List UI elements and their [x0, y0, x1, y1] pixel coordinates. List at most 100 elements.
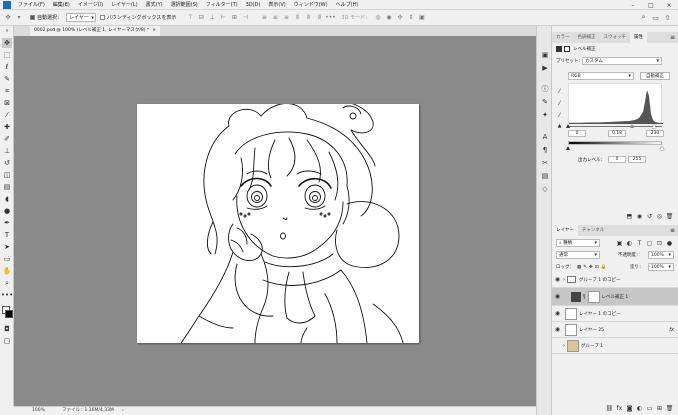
auto-select-option[interactable]: 自動選択： — [30, 14, 62, 21]
layers-panel-menu-icon[interactable]: ≡ — [670, 225, 675, 236]
lock-position-icon[interactable]: ✥ — [589, 265, 593, 270]
3d-roll-icon[interactable]: ◉ — [385, 14, 393, 22]
workspace-icon[interactable]: ▭ — [651, 13, 660, 22]
output-black-field[interactable]: 0 — [608, 156, 626, 163]
rectangle-tool-icon[interactable]: ▭ — [2, 254, 12, 264]
document-canvas[interactable] — [137, 104, 419, 343]
clone-stamp-tool-icon[interactable]: ⊥ — [2, 146, 12, 156]
bounding-box-checkbox[interactable] — [99, 15, 105, 20]
lock-all-icon[interactable]: 🔒 — [601, 265, 607, 270]
close-window-icon[interactable]: × — [660, 0, 678, 10]
tab-swatches[interactable]: スウォッチ — [600, 32, 631, 43]
history-brush-tool-icon[interactable]: ↺ — [2, 158, 12, 168]
lock-artboard-icon[interactable]: ⊡ — [595, 265, 599, 270]
lock-image-icon[interactable]: ✎ — [583, 265, 587, 270]
output-black-slider[interactable] — [566, 146, 570, 150]
visibility-eye-icon[interactable]: ◉ — [552, 276, 563, 283]
link-icon[interactable]: § — [583, 294, 586, 300]
dodge-tool-icon[interactable]: ● — [2, 206, 12, 216]
output-white-slider[interactable] — [660, 146, 664, 150]
menu-file[interactable]: ファイル(F) — [14, 0, 49, 10]
filter-pixel-icon[interactable]: ▣ — [615, 239, 624, 247]
actions-panel-icon[interactable]: ▶ — [540, 63, 550, 73]
minimize-icon[interactable]: – — [624, 0, 642, 10]
blend-mode-dropdown[interactable]: 通常 — [556, 251, 600, 259]
panel-menu-icon[interactable]: ≡ — [670, 32, 675, 43]
zoom-tool-icon[interactable]: ⌕ — [2, 278, 12, 288]
character-panel-icon[interactable]: A — [540, 132, 550, 142]
lock-transparent-icon[interactable]: ▦ — [577, 265, 581, 270]
menu-edit[interactable]: 編集(E) — [49, 0, 74, 10]
input-white-slider[interactable] — [652, 124, 656, 128]
brush-tool-icon[interactable]: ✐ — [2, 134, 12, 144]
type-tool-icon[interactable]: T — [2, 230, 12, 240]
tab-layers[interactable]: レイヤー — [552, 225, 578, 236]
delete-layer-icon[interactable]: 🗑 — [665, 404, 674, 412]
brushes-panel-icon[interactable]: ✦ — [540, 110, 550, 120]
add-mask-icon[interactable]: ◙ — [625, 404, 634, 412]
screen-mode-icon[interactable]: ▢ — [2, 336, 12, 346]
tab-color[interactable]: カラー — [552, 32, 574, 43]
fill-field[interactable]: 100% — [648, 263, 674, 271]
layer-fx-badge[interactable]: fx — [669, 327, 674, 333]
hand-tool-icon[interactable]: ✋ — [2, 266, 12, 276]
gradient-tool-icon[interactable]: ▤ — [2, 182, 12, 192]
layer-row[interactable]: ◉ レイヤー 1 のコピー — [552, 306, 678, 322]
layer-row[interactable]: › グループ 1 — [552, 338, 678, 354]
link-layers-icon[interactable]: ⛓ — [605, 404, 614, 412]
eyedropper-tool-icon[interactable]: ⁄ — [2, 110, 12, 120]
quick-select-tool-icon[interactable]: ✎ — [2, 74, 12, 84]
filter-type-icon[interactable]: T — [635, 239, 644, 247]
foreground-color-swatch[interactable] — [5, 310, 13, 318]
input-gamma-field[interactable]: 0.18 — [608, 130, 626, 137]
gray-eyedropper-icon[interactable]: ⁄ — [556, 100, 563, 107]
3d-orbit-icon[interactable]: ◎ — [374, 14, 382, 22]
add-style-icon[interactable]: fx — [615, 404, 624, 412]
menu-layer[interactable]: レイヤー(L) — [107, 0, 142, 10]
search-icon[interactable]: ⌕ — [639, 13, 648, 22]
distribute-center-icon[interactable]: ⦀ — [304, 14, 312, 22]
eraser-tool-icon[interactable]: ◫ — [2, 170, 12, 180]
3d-scale-icon[interactable]: ▣ — [418, 14, 426, 22]
distribute-top-icon[interactable]: ≡ — [260, 14, 268, 22]
black-eyedropper-icon[interactable]: ⁄ — [556, 88, 563, 95]
blur-tool-icon[interactable]: ◖ — [2, 194, 12, 204]
marquee-tool-icon[interactable]: ⬚ — [2, 50, 12, 60]
visibility-eye-icon[interactable]: ◉ — [552, 310, 563, 317]
align-right-icon[interactable]: ⊣ — [241, 14, 249, 22]
visibility-eye-icon[interactable]: ◉ — [552, 326, 563, 333]
layer-comps-icon[interactable]: ▤ — [540, 171, 550, 181]
history-panel-icon[interactable]: ▣ — [540, 50, 550, 60]
pen-tool-icon[interactable]: ✒ — [2, 218, 12, 228]
tab-channels[interactable]: チャンネル — [578, 225, 608, 236]
glyphs-panel-icon[interactable]: ✂ — [540, 158, 550, 168]
input-black-slider[interactable] — [566, 124, 570, 128]
maximize-icon[interactable]: □ — [642, 0, 660, 10]
zoom-level[interactable]: 100% — [32, 407, 45, 415]
layer-row[interactable]: ◉ › グループ 1 のコピー — [552, 272, 678, 288]
input-black-field[interactable]: 0 — [568, 130, 586, 137]
input-gamma-slider[interactable] — [630, 124, 634, 128]
expand-chevron-icon[interactable]: › — [563, 277, 565, 283]
tab-adjustments[interactable]: 色調補正 — [574, 32, 600, 43]
close-document-icon[interactable]: × — [152, 28, 156, 33]
menu-select[interactable]: 選択範囲(S) — [167, 0, 202, 10]
align-bottom-icon[interactable]: ⊥ — [208, 14, 216, 22]
output-white-field[interactable]: 255 — [628, 156, 646, 163]
align-left-icon[interactable]: ⊢ — [219, 14, 227, 22]
align-top-icon[interactable]: ⊤ — [186, 14, 194, 22]
info-panel-icon[interactable]: ⓘ — [540, 84, 550, 94]
layer-filter-dropdown[interactable]: ⌕ 種類 — [556, 239, 600, 247]
layer-mask-thumbnail[interactable] — [587, 290, 600, 303]
photoshop-logo-icon[interactable] — [0, 0, 14, 10]
3d-pan-icon[interactable]: ✣ — [396, 14, 404, 22]
clip-to-layer-icon[interactable]: ⬒ — [625, 212, 634, 220]
share-icon[interactable]: ⇧ — [663, 13, 672, 22]
3d-slide-icon[interactable]: ⇕ — [407, 14, 415, 22]
document-tab[interactable]: 0002.psd @ 100% (レベル補正 1, レイヤーマスク/8) * × — [30, 26, 160, 36]
edit-toolbar-icon[interactable]: ••• — [1, 290, 13, 300]
layer-row[interactable]: ◉ レイヤー 25 fx — [552, 322, 678, 338]
input-white-field[interactable]: 230 — [646, 130, 664, 137]
paths-panel-icon[interactable]: ◇ — [540, 184, 550, 194]
menu-window[interactable]: ウィンドウ(W) — [290, 0, 332, 10]
